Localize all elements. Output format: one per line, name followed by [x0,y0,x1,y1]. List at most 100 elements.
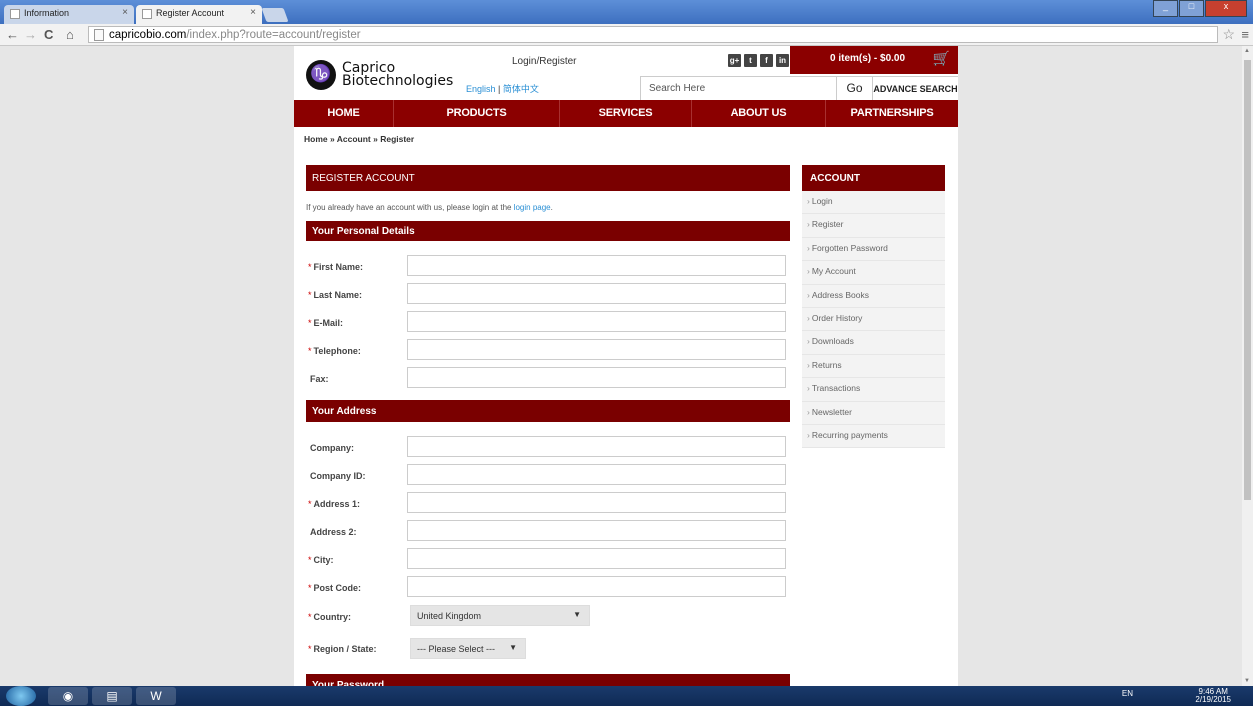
maximize-icon[interactable]: □ [1179,0,1204,17]
nav-item-services[interactable]: SERVICES [560,100,692,127]
new-tab-button[interactable] [261,8,289,22]
dropdown-arrow-icon: ▼ [509,643,517,652]
lang-english-link[interactable]: English [466,84,496,94]
menu-icon[interactable]: ≡ [1241,27,1249,42]
post-code-field[interactable] [407,576,786,597]
label-text: Country: [313,612,352,622]
url-path: /index.php?route=account/register [186,29,361,41]
account-sidebar: › Login › Register › Forgotten Password › My… [802,191,945,449]
address-bar: ← → C ⌂ capricobio.com/index.php?route=a… [0,24,1253,46]
nav-item-partnerships[interactable]: PARTNERSHIPS [826,100,958,127]
address1-field[interactable] [407,492,786,513]
chevron-right-icon: › [807,242,810,253]
sidebar-item-my-account[interactable]: › My Account [802,261,945,285]
logo-mark-icon: ♑ [306,60,336,90]
sidebar-item-label: Downloads [811,336,854,347]
fax-field[interactable] [407,367,786,388]
reload-icon[interactable]: C [44,27,53,42]
sidebar-item-returns[interactable]: › Returns [802,355,945,379]
home-icon[interactable]: ⌂ [66,27,74,42]
region-select[interactable]: --- Please Select --- ▼ [410,638,526,659]
sidebar-item-newsletter[interactable]: › Newsletter [802,402,945,425]
sidebar-item-label: Forgotten Password [811,242,888,253]
breadcrumb[interactable]: Home » Account » Register [304,134,414,144]
page-icon [10,9,20,19]
page-icon [94,29,104,41]
scroll-up-icon[interactable]: ▲ [1244,48,1250,54]
company-label: Company: [308,443,354,453]
start-button[interactable] [6,686,36,706]
sidebar-item-transactions[interactable]: › Transactions [802,378,945,402]
forward-icon[interactable]: → [24,27,37,42]
city-field[interactable] [407,548,786,569]
company-id-field[interactable] [407,464,786,485]
linkedin-icon[interactable]: in [776,54,789,67]
main-nav: HOME PRODUCTS SERVICES ABOUT US PARTNERS… [294,100,958,127]
region-label: * Region / State: [308,644,377,654]
twitter-icon[interactable]: t [744,54,757,67]
email-field[interactable] [407,311,786,332]
company-field[interactable] [407,436,786,457]
register-account-header: REGISTER ACCOUNT [306,165,790,191]
sidebar-item-forgotten-password[interactable]: › Forgotten Password [802,238,945,262]
telephone-field[interactable] [407,339,786,360]
label-text: City: [313,555,334,565]
login-register-link[interactable]: Login/Register [512,56,576,67]
social-links: g+ t f in [728,54,789,67]
first-name-field[interactable] [407,255,786,276]
region-value: --- Please Select --- [417,644,496,654]
chevron-right-icon: › [807,383,810,394]
close-icon[interactable]: × [250,7,256,18]
site-logo[interactable]: ♑ Caprico Biotechnologies [306,58,453,92]
clock[interactable]: 9:46 AM 2/19/2015 [1195,688,1231,704]
company-id-label: Company ID: [308,471,366,481]
nav-item-about-us[interactable]: ABOUT US [692,100,826,127]
sidebar-item-register[interactable]: › Register [802,214,945,238]
chevron-right-icon: › [807,289,810,300]
last-name-field[interactable] [407,283,786,304]
chrome-taskbar-icon[interactable]: ◉ [48,687,88,705]
sidebar-item-recurring-payments[interactable]: › Recurring payments [802,425,945,449]
sidebar-item-label: Transactions [811,383,861,394]
nav-item-home[interactable]: HOME [294,100,394,127]
explorer-taskbar-icon[interactable]: ▤ [92,687,132,705]
your-password-header: Your Password [306,674,790,686]
country-select[interactable]: United Kingdom ▼ [410,605,590,626]
word-taskbar-icon[interactable]: W [136,687,176,705]
window-close-icon[interactable]: x [1205,0,1247,17]
nav-item-products[interactable]: PRODUCTS [394,100,560,127]
scroll-down-icon[interactable]: ▼ [1244,678,1250,684]
sidebar-item-downloads[interactable]: › Downloads [802,331,945,355]
bookmark-star-icon[interactable]: ☆ [1222,26,1235,43]
sidebar-item-order-history[interactable]: › Order History [802,308,945,332]
web-page: ♑ Caprico Biotechnologies Login/Register… [294,46,958,686]
sidebar-item-label: My Account [811,266,856,277]
personal-details-header: Your Personal Details [306,221,790,241]
required-marker: * [308,499,312,509]
search-input[interactable]: Search Here [640,76,836,100]
minimize-icon[interactable]: _ [1153,0,1178,17]
facebook-icon[interactable]: f [760,54,773,67]
page-scrollbar[interactable]: ▲ ▼ [1242,46,1253,686]
browser-tab-bar: Information × Register Account × _ □ x [0,0,1253,24]
address1-label: * Address 1: [308,499,360,509]
login-page-link[interactable]: login page [514,203,551,212]
go-button[interactable]: Go [836,76,872,100]
sidebar-item-login[interactable]: › Login [802,191,945,215]
back-icon[interactable]: ← [6,27,19,42]
tab-information[interactable]: Information × [4,5,134,24]
close-icon[interactable]: × [122,7,128,18]
url-input[interactable]: capricobio.com/index.php?route=account/r… [88,26,1218,43]
google-plus-icon[interactable]: g+ [728,54,741,67]
address2-label: Address 2: [308,527,357,537]
address2-field[interactable] [407,520,786,541]
label-text: Fax: [310,374,329,384]
sidebar-item-label: Address Books [811,289,870,300]
language-indicator[interactable]: EN [1122,689,1133,698]
cart-summary[interactable]: 0 item(s) - $0.00 🛒 [790,46,958,74]
sidebar-item-address-books[interactable]: › Address Books [802,285,945,308]
advance-search-button[interactable]: ADVANCE SEARCH [872,76,958,100]
scrollbar-thumb[interactable] [1244,60,1251,500]
tab-register-account[interactable]: Register Account × [136,5,262,24]
lang-chinese-link[interactable]: 简体中文 [503,84,539,94]
